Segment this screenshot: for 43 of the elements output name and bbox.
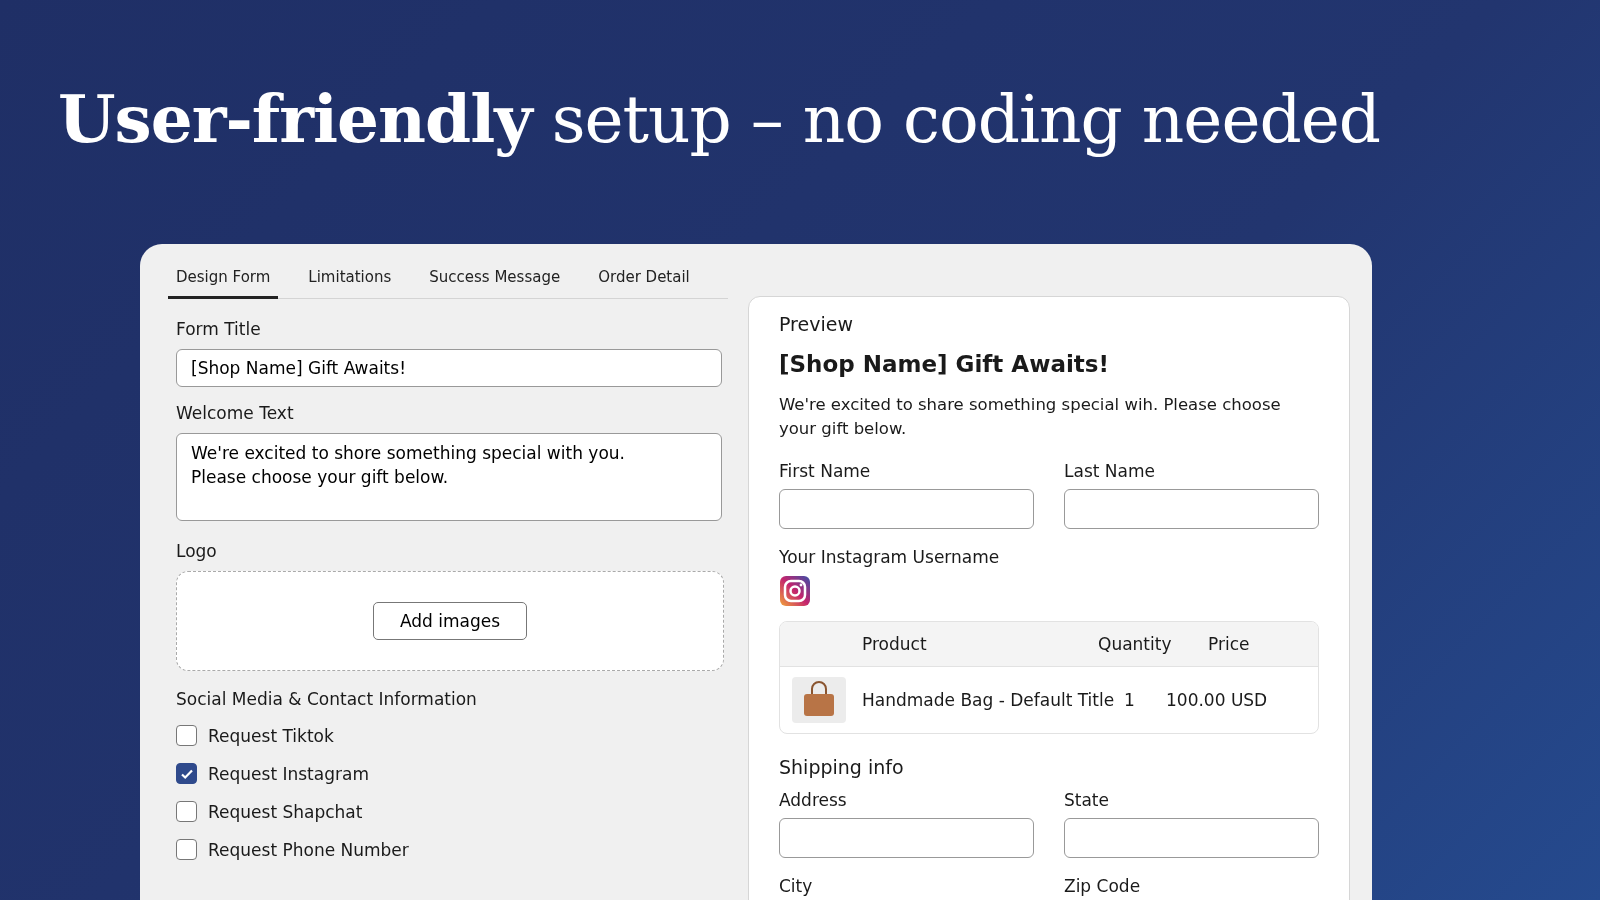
add-images-button[interactable]: Add images [372, 602, 528, 640]
table-cell-text: Handmade Bag - Default Title [862, 689, 1116, 710]
section-heading: Shipping info [779, 755, 905, 778]
logo-drop-zone[interactable]: Add images [176, 571, 724, 671]
input-field[interactable] [1064, 817, 1319, 858]
checkbox-label: Request Instagram [208, 763, 369, 784]
table-cell: 100.00 USD [1166, 689, 1268, 710]
checkbox[interactable] [176, 763, 197, 784]
tab[interactable]: Limitations [300, 258, 400, 299]
field-label: Zip Code [1064, 875, 1142, 896]
column-header: Price [1208, 633, 1250, 654]
checkbox-label: Request Phone Number [208, 839, 409, 860]
field-label: Last Name [1064, 460, 1156, 481]
field-label: State [1064, 789, 1110, 810]
checkbox[interactable] [176, 801, 197, 822]
table-cell-text: 1 [1124, 689, 1136, 710]
form-title-field[interactable]: [Shop Name] Gift Awaits! [176, 349, 722, 387]
tab[interactable]: Design Form [168, 258, 279, 299]
form-title: [Shop Name] Gift Awaits! [779, 351, 1110, 377]
checkbox-label: Request Tiktok [208, 725, 334, 746]
field-label: Form Title [176, 319, 262, 339]
input-field[interactable] [779, 817, 1034, 858]
input-field[interactable] [779, 488, 1034, 529]
preview-heading: Preview [779, 313, 854, 335]
welcome-text: We're excited to share something special wih. Please choose your gift below. [779, 394, 1282, 440]
section-heading: Social Media & Contact Information [176, 689, 478, 709]
field-label: Your Instagram Username [779, 546, 1001, 567]
tab[interactable]: Order Detail [590, 258, 698, 299]
field-label: City [779, 875, 814, 896]
welcome-text-field[interactable]: We're excited to shore something special with you. Please choose your gift below. [176, 433, 722, 521]
instagram-icon [779, 574, 811, 607]
column-header: Quantity [1098, 633, 1173, 654]
field-label: First Name [779, 460, 872, 481]
tab[interactable]: Success Message [421, 258, 569, 299]
checkbox[interactable] [176, 725, 197, 746]
field-label: Logo [176, 541, 218, 561]
headline: User-friendly setup – no coding needed [58, 80, 1381, 160]
field-label: Address [779, 789, 848, 810]
checkbox-label: Request Shapchat [208, 801, 363, 822]
input-field[interactable] [1064, 488, 1319, 529]
bag-icon [792, 676, 846, 723]
checkbox[interactable] [176, 839, 197, 860]
field-label: Welcome Text [176, 403, 295, 423]
